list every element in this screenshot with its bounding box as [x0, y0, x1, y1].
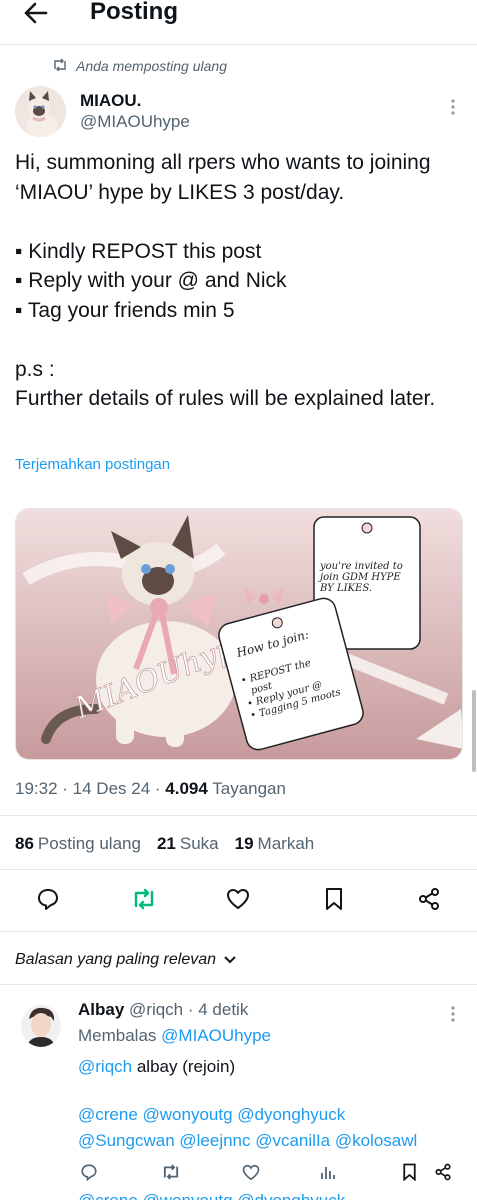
reply-author-handle[interactable]: @riqch — [129, 1000, 183, 1019]
like-count[interactable]: 21 Suka — [157, 834, 219, 854]
reply-body: albay (rejoin) — [136, 1057, 236, 1076]
page-title: Posting — [90, 0, 178, 25]
reply-action-bar — [0, 1160, 477, 1186]
views-icon[interactable] — [317, 1160, 339, 1184]
reply-mentions[interactable]: @crene @wonyoutg @dyonghyuck @Sungcwan @… — [78, 1102, 473, 1154]
repost-icon[interactable] — [160, 1160, 182, 1184]
replies-sort-label: Balasan yang paling relevan — [15, 951, 217, 968]
chevron-down-icon — [224, 951, 236, 969]
actions-divider — [0, 931, 477, 932]
reply-mention-link[interactable]: @riqch — [78, 1057, 132, 1076]
meta-divider — [0, 815, 477, 816]
reply-to-link[interactable]: @MIAOUhype — [161, 1026, 271, 1045]
reply-mentions-line-1: @crene @wonyoutg @dyonghyuck — [78, 1105, 346, 1124]
post-time: 19:32 — [15, 779, 58, 798]
scrollbar[interactable] — [472, 690, 476, 772]
more-vertical-icon[interactable] — [444, 96, 462, 118]
reply-header: Albay @riqch · 4 detik — [78, 1000, 249, 1019]
more-vertical-icon[interactable] — [444, 1004, 462, 1024]
post-timestamp: 19:32 · 14 Des 24 · 4.094 Tayangan — [15, 779, 286, 798]
reply-mentions-line-2: @Sungcwan @leejnnc @vcanilIa @kolosawl — [78, 1131, 418, 1150]
avatar[interactable] — [15, 86, 66, 137]
author-display-name[interactable]: MIAOU. — [80, 91, 141, 111]
reply-to-line: Membalas @MIAOUhype — [78, 1026, 271, 1046]
translate-link[interactable]: Terjemahkan postingan — [15, 456, 170, 473]
author-handle[interactable]: @MIAOUhype — [80, 112, 190, 132]
reply-icon[interactable] — [78, 1160, 100, 1184]
reply-author-name[interactable]: Albay — [78, 1000, 124, 1019]
repost-indicator: Anda memposting ulang — [52, 58, 227, 74]
header-divider — [0, 44, 477, 45]
like-icon[interactable] — [223, 884, 253, 914]
post-action-bar — [0, 884, 477, 918]
reply-time: 4 detik — [198, 1000, 249, 1019]
repost-count[interactable]: 86 Posting ulang — [15, 834, 141, 854]
like-icon[interactable] — [240, 1160, 262, 1184]
repost-icon — [52, 58, 68, 74]
engagement-stats: 86 Posting ulang 21 Suka 19 Markah — [15, 834, 314, 854]
reply-text: @riqch albay (rejoin) — [78, 1054, 473, 1080]
share-icon[interactable] — [432, 1160, 454, 1184]
back-arrow-icon[interactable] — [22, 0, 50, 26]
top-bar: Posting — [0, 0, 477, 30]
reply-to-label: Membalas — [78, 1026, 157, 1045]
bookmark-count[interactable]: 19 Markah — [235, 834, 315, 854]
reply-icon[interactable] — [33, 884, 63, 914]
post-image[interactable]: MIAOUhype you're invited to join GDM HYP… — [15, 508, 463, 760]
view-label: Tayangan — [212, 779, 286, 798]
post-text: Hi, summoning all rpers who wants to joi… — [15, 151, 436, 410]
view-count: 4.094 — [165, 779, 208, 798]
reply-avatar[interactable] — [21, 1005, 61, 1047]
replies-sort-dropdown[interactable]: Balasan yang paling relevan — [15, 951, 236, 969]
bookmark-icon[interactable] — [319, 884, 349, 914]
bookmark-icon[interactable] — [398, 1160, 420, 1184]
repost-indicator-label: Anda memposting ulang — [76, 58, 227, 74]
repost-icon[interactable] — [129, 884, 159, 914]
post-date: 14 Des 24 — [72, 779, 151, 798]
stats-divider — [0, 869, 477, 870]
share-icon[interactable] — [414, 884, 444, 914]
reply-mentions-line-cut: @crene @wonyoutg @dyonghyuck — [78, 1188, 458, 1200]
sort-divider — [0, 984, 477, 985]
